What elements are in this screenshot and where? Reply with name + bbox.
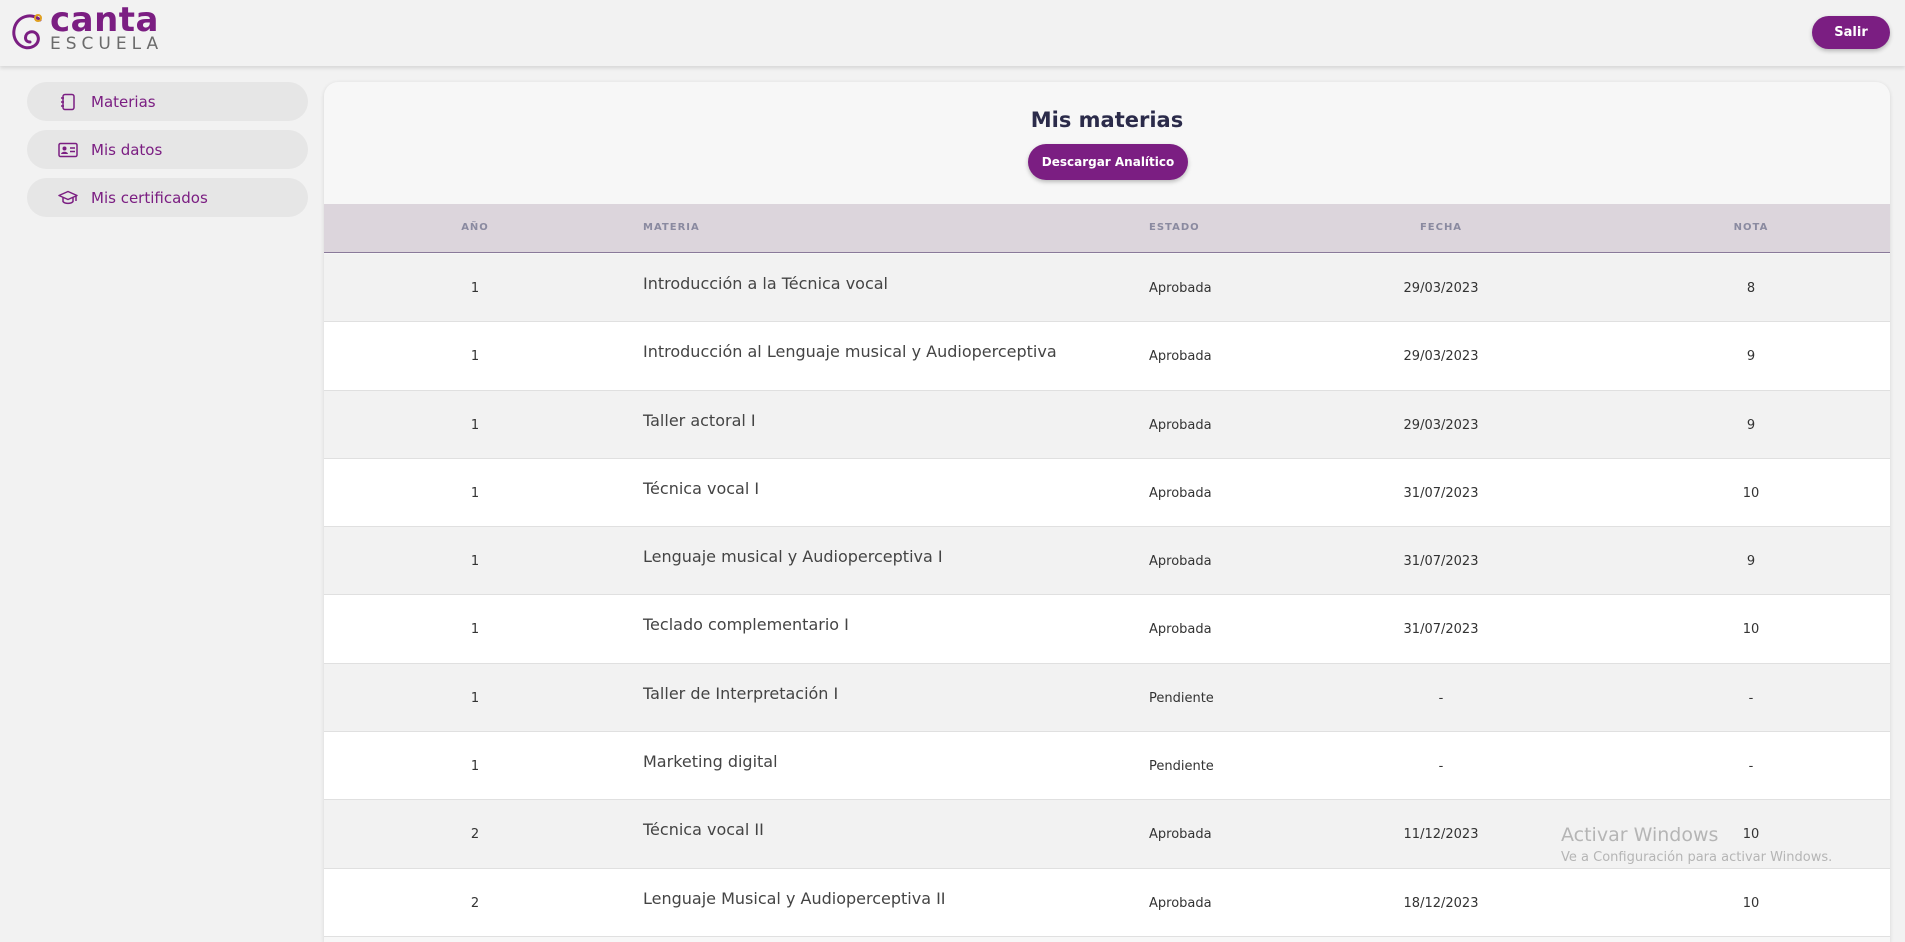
cell-nota: 8: [1746, 281, 1756, 296]
sidebar-item-label: Materias: [91, 92, 156, 111]
cell-anio: 1: [470, 485, 480, 501]
cell-materia: Técnica vocal I: [643, 478, 760, 498]
cell-materia: Marketing digital: [643, 752, 778, 772]
cell-materia: Lenguaje Musical y Audioperceptiva II: [643, 888, 946, 908]
notebook-icon: [57, 93, 79, 111]
sidebar-item-label: Mis datos: [91, 140, 163, 159]
cell-fecha: 29/03/2023: [1403, 349, 1479, 365]
cell-anio: 1: [470, 622, 480, 638]
cell-nota: 10: [1742, 622, 1760, 638]
column-header-nota[interactable]: NOTA: [1686, 222, 1816, 233]
cell-anio: 1: [470, 417, 480, 433]
cell-estado: Aprobada: [1149, 827, 1212, 843]
table-row[interactable]: 1 Taller actoral I Aprobada 29/03/2023 9: [324, 390, 1890, 459]
windows-activation-watermark: Activar Windows Ve a Configuración para …: [1561, 824, 1832, 865]
cell-estado: Aprobada: [1149, 417, 1212, 433]
sidebar-item-materias[interactable]: Materias: [27, 82, 308, 121]
cell-fecha: 31/07/2023: [1403, 554, 1479, 570]
column-header-fecha[interactable]: FECHA: [1334, 222, 1548, 233]
cell-anio: 1: [470, 690, 480, 706]
table-header: AÑO MATERIA ESTADO FECHA NOTA: [324, 204, 1890, 253]
logo-text-escuela: ESCUELA: [50, 34, 164, 54]
cell-anio: 1: [470, 349, 480, 365]
cell-materia: Teclado complementario I: [643, 615, 849, 635]
column-header-materia[interactable]: MATERIA: [643, 222, 700, 233]
table-row[interactable]: 1 Marketing digital Pendiente - -: [324, 732, 1890, 801]
cell-anio: 1: [470, 554, 480, 570]
sidebar-item-mis-datos[interactable]: Mis datos: [27, 130, 308, 169]
cell-materia: Taller de Interpretación I: [643, 683, 839, 703]
cell-fecha: -: [1438, 759, 1444, 775]
cell-estado: Aprobada: [1149, 349, 1212, 365]
cell-fecha: 11/12/2023: [1403, 827, 1479, 843]
canta-escuela-logo[interactable]: canta ESCUELA: [10, 0, 180, 60]
sidebar: Materias Mis datos Mis certificados: [27, 82, 308, 226]
cell-estado: Aprobada: [1149, 895, 1212, 911]
cell-nota: -: [1748, 759, 1754, 775]
sidebar-item-mis-certificados[interactable]: Mis certificados: [27, 178, 308, 217]
table-row[interactable]: 1 Introducción al Lenguaje musical y Aud…: [324, 322, 1890, 391]
cell-estado: Aprobada: [1149, 281, 1212, 296]
cell-estado: Pendiente: [1149, 759, 1214, 775]
cell-fecha: 29/03/2023: [1403, 281, 1479, 296]
cell-estado: Aprobada: [1149, 554, 1212, 570]
column-header-anio[interactable]: AÑO: [324, 222, 626, 233]
cell-fecha: 18/12/2023: [1403, 895, 1479, 911]
cell-estado: Aprobada: [1149, 622, 1212, 638]
download-analitico-button[interactable]: Descargar Analítico: [1028, 144, 1188, 180]
cell-estado: Pendiente: [1149, 690, 1214, 706]
cell-materia: Taller actoral I: [643, 410, 756, 430]
cell-materia: Introducción a la Técnica vocal: [643, 274, 888, 293]
cell-fecha: -: [1438, 690, 1444, 706]
sidebar-item-label: Mis certificados: [91, 188, 208, 207]
table-row[interactable]: 1 Taller de Interpretación I Pendiente -…: [324, 663, 1890, 733]
graduation-cap-icon: [57, 189, 79, 207]
watermark-subtitle: Ve a Configuración para activar Windows.: [1561, 850, 1833, 865]
column-header-estado[interactable]: ESTADO: [1149, 222, 1200, 233]
cell-anio: 2: [470, 895, 480, 911]
cell-anio: 1: [470, 281, 480, 296]
table-row[interactable]: 1 Lenguaje musical y Audioperceptiva I A…: [324, 527, 1890, 596]
cell-nota: 9: [1746, 417, 1756, 433]
cell-estado: Aprobada: [1149, 485, 1212, 501]
materias-card: Mis materias Descargar Analítico AÑO MAT…: [324, 82, 1890, 942]
cell-nota: 9: [1746, 554, 1756, 570]
cell-materia: Introducción al Lenguaje musical y Audio…: [643, 342, 1057, 362]
cell-nota: 10: [1742, 485, 1760, 501]
cell-materia: Lenguaje musical y Audioperceptiva I: [643, 547, 943, 567]
cell-nota: 10: [1742, 895, 1760, 911]
cell-materia: Técnica vocal II: [643, 820, 764, 840]
table-row[interactable]: 2 Lenguaje Musical y Audioperceptiva II …: [324, 868, 1890, 937]
id-card-icon: [57, 141, 79, 159]
table-row[interactable]: 1 Introducción a la Técnica vocal Aproba…: [324, 254, 1890, 323]
cell-fecha: 31/07/2023: [1403, 622, 1479, 638]
cell-nota: -: [1748, 690, 1754, 706]
cell-nota: 9: [1746, 349, 1756, 365]
table-row[interactable]: 1 Técnica vocal I Aprobada 31/07/2023 10: [324, 458, 1890, 528]
watermark-title: Activar Windows: [1561, 824, 1719, 846]
cell-fecha: 29/03/2023: [1403, 417, 1479, 433]
page-title: Mis materias: [1030, 108, 1184, 132]
table-row[interactable]: 1 Teclado complementario I Aprobada 31/0…: [324, 595, 1890, 664]
app-header: canta ESCUELA Salir: [0, 0, 1905, 66]
cell-fecha: 31/07/2023: [1403, 485, 1479, 501]
logo-swirl-icon: [12, 14, 42, 50]
logout-button[interactable]: Salir: [1812, 16, 1890, 49]
cell-anio: 1: [470, 759, 480, 775]
cell-anio: 2: [470, 827, 480, 843]
